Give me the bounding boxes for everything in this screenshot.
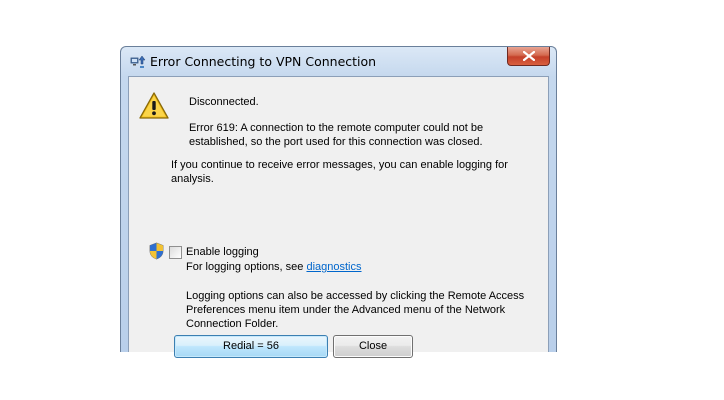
- title-bar[interactable]: Error Connecting to VPN Connection: [121, 47, 556, 75]
- enable-logging-label[interactable]: Enable logging: [186, 245, 259, 259]
- enable-logging-checkbox[interactable]: [169, 246, 182, 259]
- logging-note-line-3: Connection Folder.: [186, 318, 279, 330]
- error-dialog-window: Error Connecting to VPN Connection Disco…: [120, 46, 557, 358]
- redial-button[interactable]: Redial = 56: [174, 335, 328, 358]
- window-title: Error Connecting to VPN Connection: [150, 54, 377, 69]
- error-text-line-1: Error 619: A connection to the remote co…: [189, 122, 484, 134]
- uac-shield-icon: [149, 242, 164, 260]
- close-icon: [523, 51, 535, 61]
- logging-note-line-1: Logging options can also be accessed by …: [186, 290, 525, 302]
- info-text-line-1: If you continue to receive error message…: [171, 159, 508, 171]
- error-text-line-2: established, so the port used for this c…: [189, 136, 483, 148]
- diagnostics-link[interactable]: diagnostics: [306, 261, 361, 273]
- network-connection-icon: [130, 54, 146, 70]
- logging-options-text: For logging options, see diagnostics: [186, 260, 362, 274]
- logging-options-prefix: For logging options, see: [186, 261, 307, 273]
- close-window-button[interactable]: [507, 47, 550, 66]
- close-button[interactable]: Close: [333, 335, 413, 358]
- warning-icon: [138, 91, 170, 121]
- dialog-body: Disconnected. Error 619: A connection to…: [128, 76, 549, 358]
- logging-note-line-2: Preferences menu item under the Advanced…: [186, 304, 506, 316]
- info-text-line-2: analysis.: [171, 173, 214, 185]
- status-text: Disconnected.: [189, 96, 259, 108]
